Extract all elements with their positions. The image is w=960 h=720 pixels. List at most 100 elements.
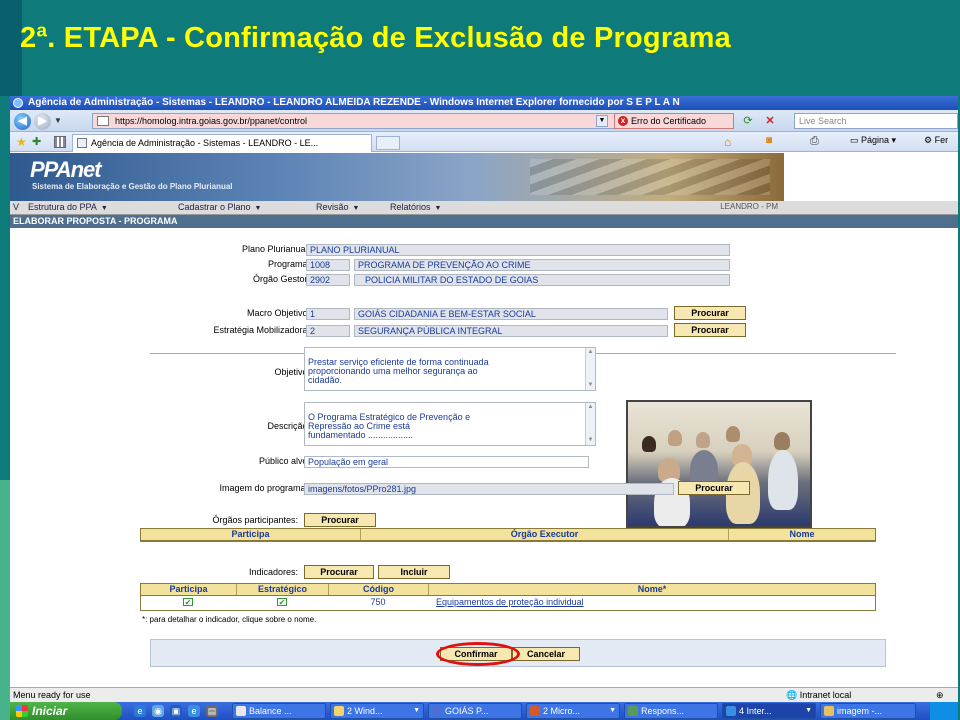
scroll-up-icon[interactable]: ▲ <box>586 348 595 357</box>
menu-estrutura[interactable]: Estrutura do PPA ▼ <box>28 202 108 212</box>
cancelar-button[interactable]: Cancelar <box>512 647 580 661</box>
address-bar[interactable]: https://homolog.intra.goias.gov.br/ppane… <box>92 113 639 129</box>
status-text: Menu ready for use <box>13 690 91 700</box>
windows-logo-icon <box>16 705 28 717</box>
search-placeholder: Live Search <box>799 116 847 126</box>
tab-title: Agência de Administração - Sistemas - LE… <box>91 138 319 148</box>
scroll-up-icon[interactable]: ▲ <box>586 403 595 412</box>
media-icon[interactable]: ▣ <box>170 705 182 717</box>
descricao-textarea[interactable]: O Programa Estratégico de Prevenção e Re… <box>304 402 596 446</box>
tools-menu[interactable]: ⚙ Fer <box>924 135 948 146</box>
certificate-error-button[interactable]: x Erro do Certificado <box>614 113 734 129</box>
favorites-star-icon[interactable]: ★ <box>16 135 27 149</box>
taskbar-item-label: 2 Micro... <box>543 706 581 716</box>
orgao-code-field: 2902 <box>306 274 350 286</box>
forward-button[interactable]: ▶ <box>34 113 51 130</box>
menu-revisao[interactable]: Revisão ▼ <box>316 202 359 212</box>
tab-active[interactable]: Agência de Administração - Sistemas - LE… <box>72 134 372 152</box>
orgaos-participantes-label: Órgãos participantes: <box>212 515 298 525</box>
photo-figure <box>696 432 710 448</box>
scrollbar[interactable]: ▲ ▼ <box>585 403 595 445</box>
taskbar-item-label: 2 Wind... <box>347 706 383 716</box>
menu-relatorios[interactable]: Relatórios ▼ <box>390 202 441 212</box>
history-dropdown-icon[interactable]: ▼ <box>54 116 62 125</box>
slide-side-stripe-green <box>0 480 10 720</box>
stop-icon[interactable]: ✕ <box>762 114 778 128</box>
slide-accent-bar <box>0 0 22 96</box>
orgaos-procurar-button[interactable]: Procurar <box>304 513 376 527</box>
office-icon <box>530 706 540 716</box>
codigo-cell: 750 <box>370 597 386 607</box>
show-desktop-icon[interactable]: ◉ <box>152 705 164 717</box>
taskbar-item-label: Balance ... <box>249 706 292 716</box>
page-title: ELABORAR PROPOSTA - PROGRAMA <box>10 215 958 228</box>
estrategia-procurar-button[interactable]: Procurar <box>674 323 746 337</box>
column-header: Nome <box>789 529 815 539</box>
menu-revisao-label: Revisão <box>316 202 349 212</box>
tools-menu-label: Fer <box>934 135 949 145</box>
window-icon <box>628 706 638 716</box>
feeds-icon[interactable]: ◙ <box>766 135 772 146</box>
menu-cadastrar[interactable]: Cadastrar o Plano ▼ <box>178 202 261 212</box>
column-header: Estratégico <box>237 584 329 595</box>
estrategia-label: Estratégia Mobilizadora: <box>213 325 310 335</box>
error-icon: x <box>618 116 628 126</box>
folder-icon <box>334 706 344 716</box>
macro-procurar-button[interactable]: Procurar <box>674 306 746 320</box>
zoom-icon[interactable]: ⊕ <box>936 688 944 702</box>
document-icon <box>432 706 442 716</box>
taskbar-item[interactable]: Balance ... <box>232 703 326 719</box>
security-zone: 🌐 Intranet local <box>786 690 852 700</box>
search-input[interactable]: Live Search <box>794 113 958 129</box>
menu-prefix[interactable]: V <box>13 202 19 212</box>
start-button[interactable]: Iniciar <box>10 702 122 720</box>
new-tab-button[interactable] <box>376 136 400 150</box>
indicadores-incluir-button[interactable]: Incluir <box>378 565 450 579</box>
taskbar-item[interactable]: 2 Wind... ▼ <box>330 703 424 719</box>
taskbar-item-label: imagem -... <box>837 706 883 716</box>
scroll-down-icon[interactable]: ▼ <box>586 436 595 445</box>
plano-field: PLANO PLURIANUAL <box>306 244 730 256</box>
start-label: Iniciar <box>32 704 68 718</box>
chevron-down-icon: ▼ <box>434 205 442 212</box>
add-favorite-icon[interactable]: ✚ <box>32 135 41 148</box>
taskbar-item[interactable]: 2 Micro... ▼ <box>526 703 620 719</box>
app-quicklaunch-icon[interactable]: ▤ <box>206 705 218 717</box>
taskbar-item[interactable]: GOIÁS P... <box>428 703 522 719</box>
chevron-down-icon: ▼ <box>352 205 360 212</box>
taskbar-item[interactable]: imagem -... <box>820 703 916 719</box>
print-icon[interactable]: ⎙ <box>810 135 819 148</box>
estrategia-name-field: SEGURANÇA PÚBLICA INTEGRAL <box>354 325 668 337</box>
window-titlebar: Agência de Administração - Sistemas - LE… <box>10 96 958 110</box>
home-icon[interactable]: ⌂ <box>724 135 731 149</box>
plano-label: Plano Plurianual: <box>241 244 310 254</box>
taskbar-item-active[interactable]: 4 Inter... ▼ <box>722 703 816 719</box>
ie-logo-icon <box>13 98 23 108</box>
page-viewport: PPAnet Sistema de Elaboração e Gestão do… <box>10 153 958 687</box>
checkbox[interactable]: ✔ <box>183 598 193 607</box>
chevron-down-icon: ▼ <box>254 205 262 212</box>
address-dropdown-icon[interactable]: ▼ <box>596 115 608 127</box>
refresh-icon[interactable]: ⟳ <box>740 114 756 128</box>
quick-tabs-icon[interactable] <box>54 136 66 148</box>
ie-quicklaunch-icon[interactable]: e <box>134 705 146 717</box>
back-button[interactable]: ◀ <box>14 113 31 130</box>
scroll-down-icon[interactable]: ▼ <box>586 381 595 390</box>
publico-alvo-field[interactable]: População em geral <box>304 456 589 468</box>
menu-estrutura-label: Estrutura do PPA <box>28 202 97 212</box>
orgao-name-field: POLICIA MILITAR DO ESTADO DE GOIAS <box>354 274 730 286</box>
browser-window: Agência de Administração - Sistemas - LE… <box>10 96 958 720</box>
page-icon <box>97 116 109 126</box>
page-menu[interactable]: ▭ Página ▾ <box>850 135 896 146</box>
explorer-icon[interactable]: e <box>188 705 200 717</box>
image-icon <box>824 706 834 716</box>
indicadores-procurar-button[interactable]: Procurar <box>304 565 374 579</box>
macro-code-field: 1 <box>306 308 350 320</box>
scrollbar[interactable]: ▲ ▼ <box>585 348 595 390</box>
indicator-link[interactable]: Equipamentos de proteção individual <box>436 597 584 607</box>
taskbar-item[interactable]: Respons... <box>624 703 718 719</box>
imagem-procurar-button[interactable]: Procurar <box>678 481 750 495</box>
objetivo-textarea[interactable]: Prestar serviço eficiente de forma conti… <box>304 347 596 391</box>
checkbox[interactable]: ✔ <box>277 598 287 607</box>
system-tray[interactable] <box>930 702 958 720</box>
